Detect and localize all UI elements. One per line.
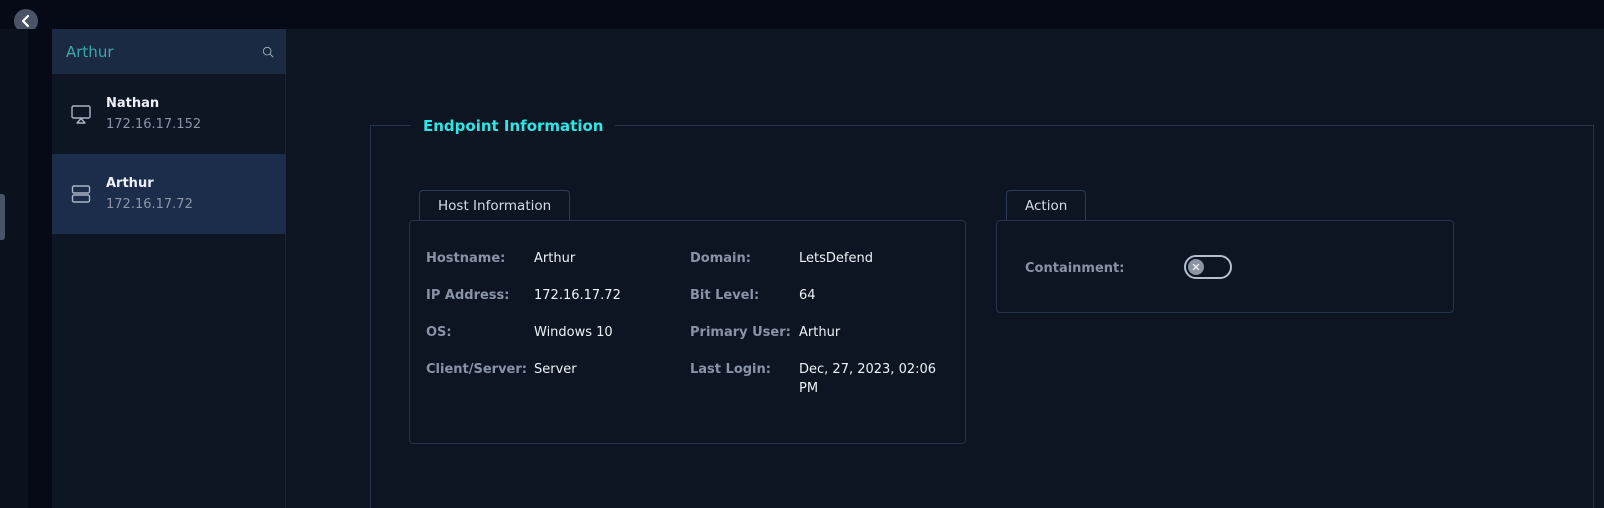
left-rail <box>0 29 28 508</box>
ip-address-label: IP Address: <box>426 288 510 303</box>
monitor-icon <box>71 105 91 124</box>
ip-address-value: 172.16.17.72 <box>534 288 621 303</box>
domain-label: Domain: <box>690 251 751 266</box>
search-icon[interactable] <box>262 41 274 63</box>
hostname-value: Arthur <box>534 251 576 266</box>
client-server-label: Client/Server: <box>426 362 527 377</box>
containment-toggle[interactable] <box>1184 255 1232 279</box>
containment-label: Containment: <box>1025 261 1125 276</box>
host-list-item[interactable]: Nathan 172.16.17.152 <box>52 74 286 154</box>
top-bar <box>0 0 1604 29</box>
host-sidebar: Nathan 172.16.17.152 Arthur 172.16.17.72 <box>52 29 286 508</box>
bit-level-label: Bit Level: <box>690 288 760 303</box>
hostname-label: Hostname: <box>426 251 506 266</box>
search-input[interactable] <box>64 41 262 62</box>
last-login-value: Dec, 27, 2023, 02:06 PM <box>799 362 937 396</box>
bit-level-value: 64 <box>799 288 816 303</box>
host-ip: 172.16.17.152 <box>106 117 202 132</box>
rail-strip <box>28 29 52 508</box>
tab-label: Action <box>1025 197 1068 214</box>
host-name: Nathan <box>106 96 160 111</box>
close-icon <box>1192 263 1200 271</box>
tab-action: Action <box>1006 190 1087 220</box>
os-value: Windows 10 <box>534 325 613 340</box>
host-list-item-selected[interactable]: Arthur 172.16.17.72 <box>52 154 286 234</box>
rail-handle[interactable] <box>0 194 5 240</box>
domain-value: LetsDefend <box>799 251 873 266</box>
host-ip: 172.16.17.72 <box>106 197 193 212</box>
tab-host-information: Host Information <box>419 190 571 220</box>
client-server-value: Server <box>534 362 577 377</box>
primary-user-value: Arthur <box>799 325 841 340</box>
tab-label: Host Information <box>438 197 552 214</box>
os-label: OS: <box>426 325 452 340</box>
chevron-left-icon <box>21 14 30 28</box>
search-box <box>52 29 286 74</box>
host-name: Arthur <box>106 176 154 191</box>
toggle-knob <box>1188 259 1204 275</box>
last-login-label: Last Login: <box>690 362 771 377</box>
server-icon <box>71 185 91 203</box>
section-title: Endpoint Information <box>411 115 616 137</box>
primary-user-label: Primary User: <box>690 325 791 340</box>
action-card: Containment: <box>996 220 1454 313</box>
host-information-card: Hostname: Arthur IP Address: 172.16.17.7… <box>409 220 966 444</box>
